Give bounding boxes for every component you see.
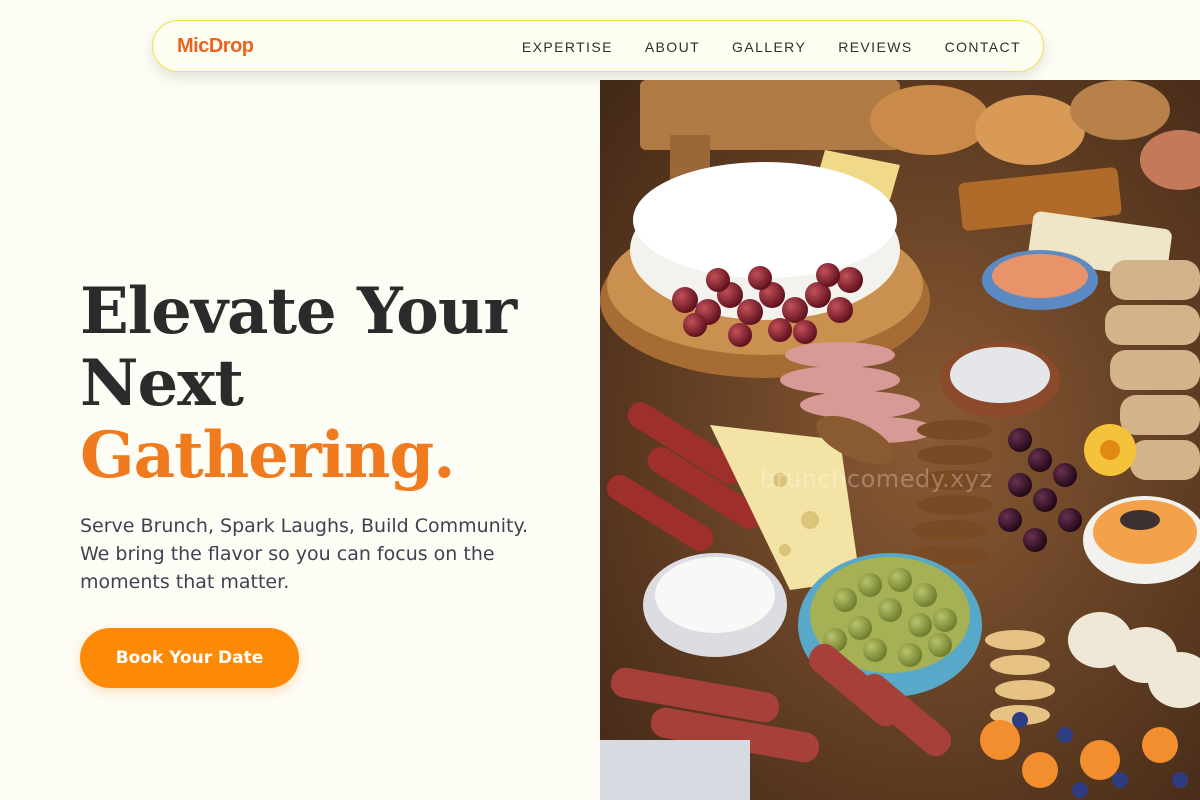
top-navigation: MicDrop EXPERTISE ABOUT GALLERY REVIEWS … (152, 20, 1044, 72)
hero-title-accent: Gathering. (80, 418, 456, 493)
nav-item: ABOUT (645, 39, 700, 57)
nav-item: CONTACT (945, 39, 1021, 57)
nav-item: GALLERY (732, 39, 806, 57)
nav-link-expertise[interactable]: EXPERTISE (522, 39, 613, 55)
nav-item: EXPERTISE (522, 39, 613, 57)
nav-links: EXPERTISE ABOUT GALLERY REVIEWS CONTACT (522, 39, 1021, 57)
nav-link-contact[interactable]: CONTACT (945, 39, 1021, 55)
landing-page: MicDrop EXPERTISE ABOUT GALLERY REVIEWS … (0, 0, 1200, 800)
nav-link-gallery[interactable]: GALLERY (732, 39, 806, 55)
hero-subtitle: Serve Brunch, Spark Laughs, Build Commun… (80, 515, 529, 593)
charcuterie-illustration (600, 80, 1200, 800)
nav-item: REVIEWS (838, 39, 912, 57)
hero-title-line-1: Elevate Your (80, 274, 517, 349)
image-watermark: brunchcomedy.xyz (760, 465, 993, 493)
nav-link-reviews[interactable]: REVIEWS (838, 39, 912, 55)
hero-title: Elevate Your Next Gathering. (80, 274, 517, 493)
book-your-date-button[interactable]: Book Your Date (80, 628, 299, 688)
hero-title-line-2: Next (80, 346, 244, 421)
brand-logo[interactable]: MicDrop (177, 35, 254, 58)
charcuterie-board-image: brunchcomedy.xyz (600, 80, 1200, 800)
nav-link-about[interactable]: ABOUT (645, 39, 700, 55)
